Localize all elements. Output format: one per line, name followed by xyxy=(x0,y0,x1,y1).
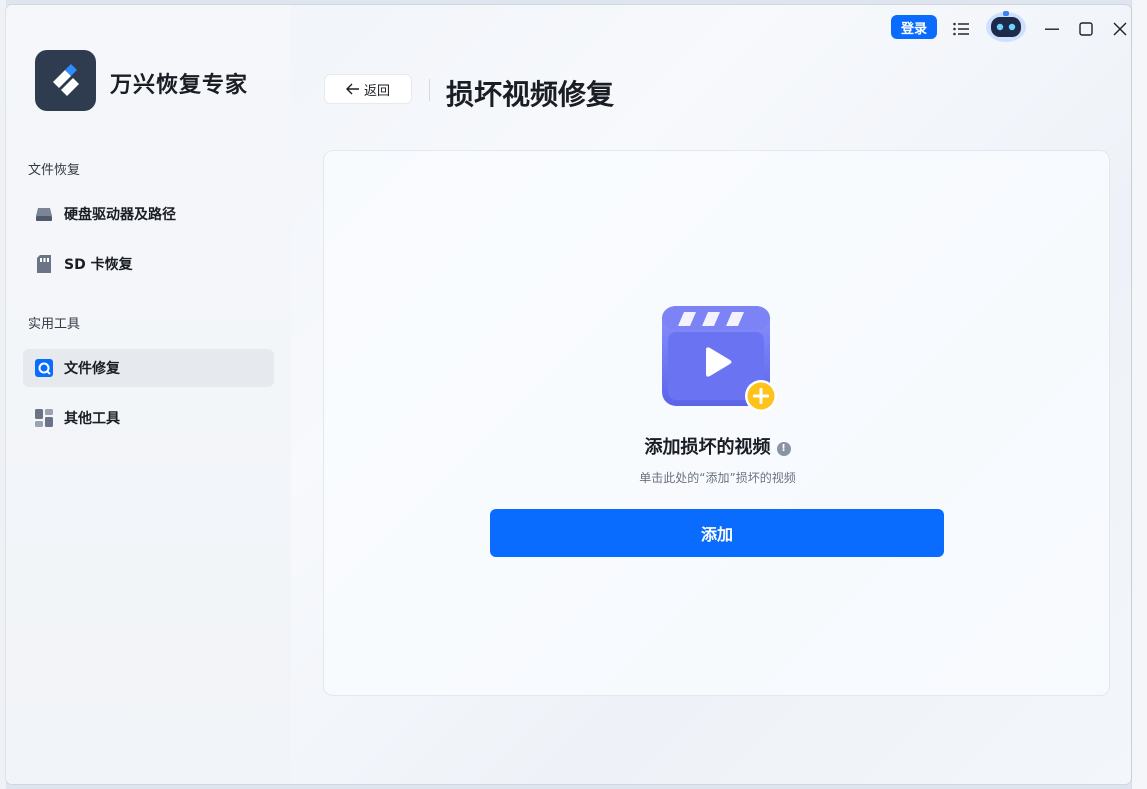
arrow-left-icon xyxy=(345,83,360,95)
page-title: 损坏视频修复 xyxy=(446,78,615,111)
section-label-file-recovery: 文件恢复 xyxy=(28,163,81,178)
add-button[interactable]: 添加 xyxy=(490,509,944,557)
drop-zone-panel[interactable]: 添加损坏的视频! 单击此处的“添加”损坏的视频 添加 xyxy=(323,150,1110,696)
sidebar-item-label: 其他工具 xyxy=(64,411,120,427)
sidebar-item-label: 硬盘驱动器及路径 xyxy=(64,207,176,223)
maximize-icon[interactable] xyxy=(1074,17,1098,41)
empty-state-title: 添加损坏的视频! xyxy=(324,433,1111,459)
app-logo-icon xyxy=(35,50,96,111)
file-repair-icon xyxy=(35,359,53,377)
section-label-utilities: 实用工具 xyxy=(28,317,81,332)
sd-card-icon xyxy=(35,255,53,273)
video-add-icon xyxy=(662,306,780,414)
app-window: 万兴恢复专家 文件恢复 硬盘驱动器及路径 SD 卡恢复 实用工具 文件修复 其他… xyxy=(6,5,1131,784)
header-divider xyxy=(429,79,430,101)
sidebar-item-other-tools[interactable]: 其他工具 xyxy=(23,399,274,437)
sidebar-item-hard-drive[interactable]: 硬盘驱动器及路径 xyxy=(23,195,274,233)
sidebar-item-label: 文件修复 xyxy=(64,361,120,377)
empty-state-title-text: 添加损坏的视频 xyxy=(644,437,771,458)
menu-icon[interactable] xyxy=(949,17,973,41)
hard-drive-icon xyxy=(35,205,53,223)
back-button-label: 返回 xyxy=(363,83,390,99)
sidebar-item-label: SD 卡恢复 xyxy=(64,257,133,273)
other-tools-icon xyxy=(35,409,53,427)
sidebar: 万兴恢复专家 文件恢复 硬盘驱动器及路径 SD 卡恢复 实用工具 文件修复 其他… xyxy=(6,5,291,784)
minimize-icon[interactable] xyxy=(1040,17,1064,41)
login-button[interactable]: 登录 xyxy=(891,15,937,39)
app-name: 万兴恢复专家 xyxy=(110,73,249,98)
sidebar-item-file-repair[interactable]: 文件修复 xyxy=(23,349,274,387)
sidebar-item-sd-card[interactable]: SD 卡恢复 xyxy=(23,245,274,283)
info-icon[interactable]: ! xyxy=(776,442,791,456)
empty-state-subtitle: 单击此处的“添加”损坏的视频 xyxy=(639,471,796,485)
close-icon[interactable] xyxy=(1108,17,1131,41)
background-window-right xyxy=(1131,0,1147,789)
back-button[interactable]: 返回 xyxy=(324,74,412,104)
assistant-robot-icon[interactable] xyxy=(983,9,1029,43)
